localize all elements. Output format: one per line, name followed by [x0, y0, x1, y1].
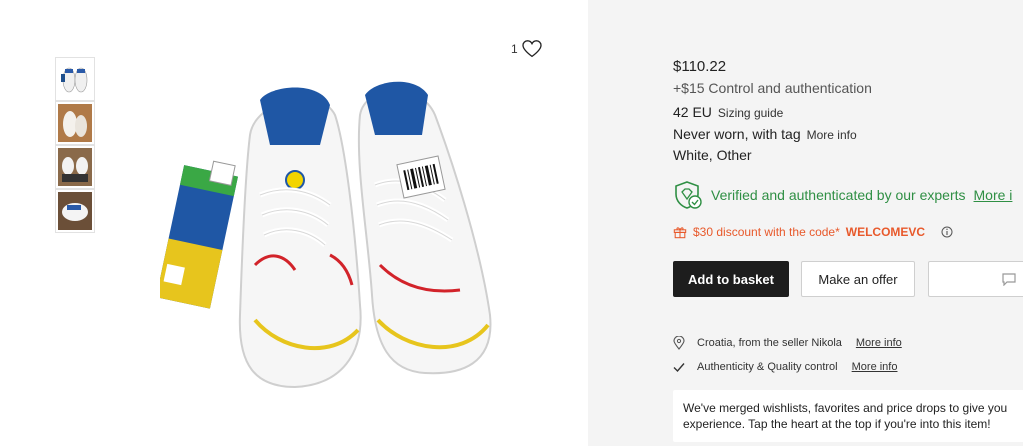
location-pin-icon [673, 336, 685, 350]
gift-icon [673, 227, 687, 239]
wishlist-notice: We've merged wishlists, favorites and pr… [673, 390, 1023, 442]
product-size: 42 EU [673, 104, 712, 120]
service-fee: +$15 Control and authentication [673, 80, 872, 96]
message-seller-button[interactable] [928, 261, 1023, 297]
product-price: $110.22 [673, 58, 727, 75]
heart-icon [522, 40, 542, 58]
authenticity-more-link[interactable]: More info [852, 361, 898, 373]
location-text: Croatia, from the seller Nikola [697, 337, 842, 349]
discount-banner: $30 discount with the code* WELCOMEVC [673, 225, 953, 239]
verified-more-link[interactable]: More i [974, 187, 1013, 203]
favorite-count: 1 [511, 42, 518, 56]
condition-more-link[interactable]: More info [807, 128, 857, 142]
sizing-guide-link[interactable]: Sizing guide [718, 106, 783, 120]
discount-text: $30 discount with the code* [693, 225, 840, 239]
notice-line-1: We've merged wishlists, favorites and pr… [683, 401, 1008, 415]
condition-row: Never worn, with tag More info [673, 126, 857, 142]
gallery-panel: 1 [0, 0, 588, 446]
thumbnail-1[interactable] [55, 57, 95, 101]
shoe-thumbnail-image [58, 60, 92, 98]
discount-code: WELCOMEVC [845, 225, 926, 239]
checkmark-icon [673, 363, 685, 373]
thumbnail-list [55, 57, 95, 233]
authenticity-row: Authenticity & Quality control More info [673, 361, 897, 373]
chat-bubble-icon [1002, 273, 1016, 286]
add-to-basket-button[interactable]: Add to basket [673, 261, 789, 297]
favorite-button[interactable]: 1 [511, 40, 542, 58]
product-details-panel: $110.22 +$15 Control and authentication … [588, 0, 1023, 446]
shoe-thumbnail-image [58, 192, 92, 230]
thumbnail-2[interactable] [55, 101, 95, 145]
verified-text: Verified and authenticated by our expert… [711, 187, 966, 203]
product-condition: Never worn, with tag [673, 126, 801, 142]
verified-banner: Verified and authenticated by our expert… [673, 180, 1012, 210]
thumbnail-3[interactable] [55, 145, 95, 189]
thumbnail-4[interactable] [55, 189, 95, 233]
size-row: 42 EU Sizing guide [673, 104, 783, 120]
shoe-thumbnail-image [58, 104, 92, 142]
location-row: Croatia, from the seller Nikola More inf… [673, 336, 902, 350]
location-more-link[interactable]: More info [856, 337, 902, 349]
verified-shield-icon [675, 181, 702, 209]
shoe-thumbnail-image [58, 148, 92, 186]
make-offer-button[interactable]: Make an offer [801, 261, 915, 297]
product-colors: White, Other [673, 147, 752, 163]
product-main-image[interactable] [160, 75, 500, 395]
color-row: White, Other [673, 147, 752, 163]
authenticity-text: Authenticity & Quality control [697, 361, 838, 373]
info-icon[interactable] [941, 226, 953, 238]
notice-line-2: experience. Tap the heart at the top if … [683, 417, 991, 431]
